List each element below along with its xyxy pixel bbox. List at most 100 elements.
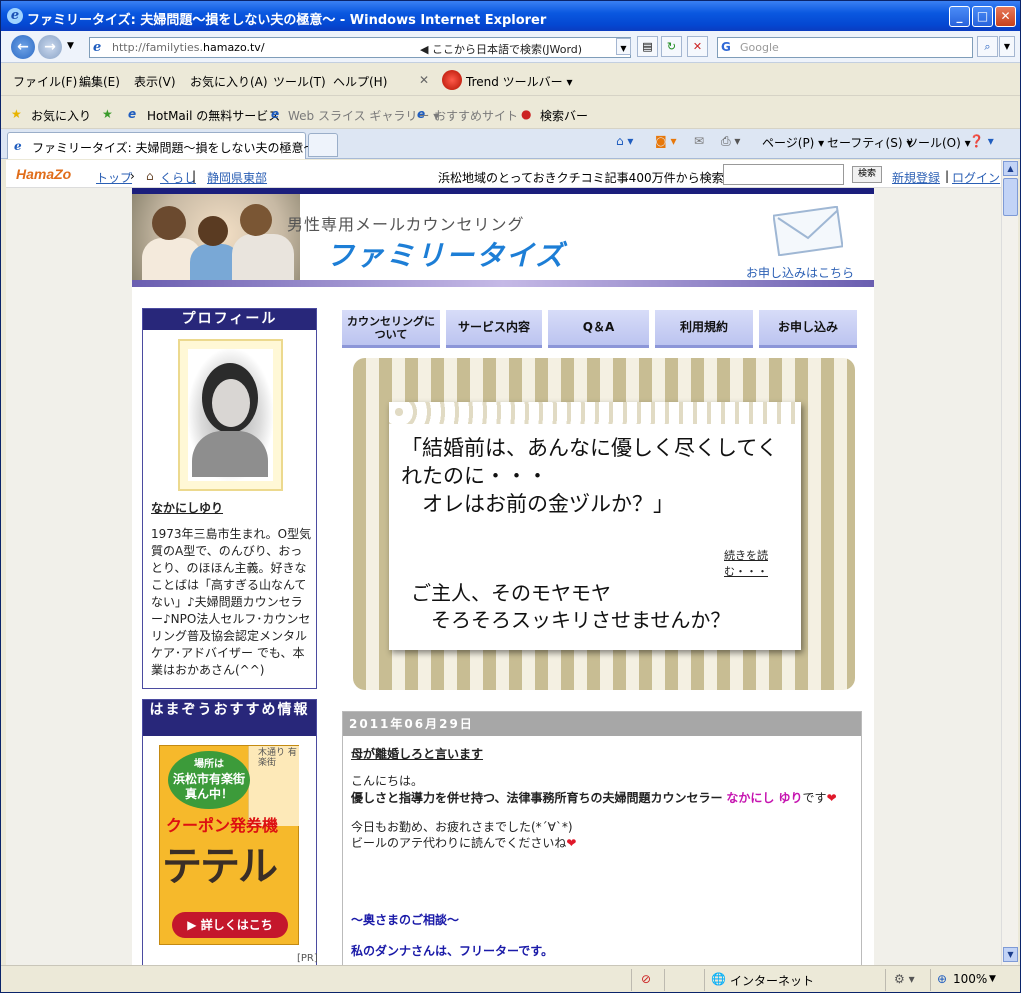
heart-icon: ❤ bbox=[826, 791, 837, 805]
post-intro: 優しさと指導力を併せ持つ、法律事務所育ちの夫婦問題カウンセラー bbox=[351, 791, 723, 805]
scroll-thumb[interactable] bbox=[1003, 178, 1018, 216]
stop-icon[interactable]: ✕ bbox=[687, 36, 708, 57]
new-tab-button[interactable] bbox=[308, 133, 338, 157]
vertical-scrollbar[interactable]: ▲ ▼ bbox=[1001, 160, 1018, 965]
ie-logo-icon: e bbox=[7, 8, 23, 24]
link-region[interactable]: 静岡県東部 bbox=[207, 169, 267, 186]
address-bar[interactable]: e http://familyties.hamazo.tv/ ◀ ここから日本語… bbox=[89, 37, 631, 58]
recommend-page-icon: e bbox=[417, 107, 426, 121]
back-button[interactable]: ← bbox=[11, 35, 35, 59]
nav-faq[interactable]: Q＆A bbox=[548, 310, 649, 348]
jword-search-hint: ◀ ここから日本語で検索(JWord) bbox=[420, 43, 583, 56]
apply-link[interactable]: お申し込みはこちら bbox=[746, 264, 854, 281]
post-hello: こんにちは。 bbox=[351, 774, 424, 788]
tab-current[interactable]: e ファミリータイズ: 夫婦問題～損をしない夫の極意～ bbox=[7, 132, 316, 159]
fav-searchbar[interactable]: 検索バー bbox=[540, 107, 588, 124]
post-author: なかにし ゆり bbox=[726, 791, 803, 805]
nav-services[interactable]: サービス内容 bbox=[446, 310, 542, 348]
recommend-heading: はまぞうおすすめ情報 bbox=[143, 700, 316, 736]
header-gradient-bar bbox=[132, 280, 874, 287]
search-placeholder: Google bbox=[740, 41, 779, 54]
link-register[interactable]: 新規登録 bbox=[892, 169, 940, 186]
search-icon[interactable]: ⌕ bbox=[977, 36, 998, 57]
maximize-button[interactable]: □ bbox=[972, 6, 993, 27]
page-menu[interactable]: ページ(P) ▾ bbox=[762, 134, 824, 151]
trend-toolbar[interactable]: Trend ツールバー ▾ bbox=[466, 73, 573, 90]
mail-icon[interactable]: ✉ bbox=[694, 134, 704, 148]
house-icon: ⌂ bbox=[146, 169, 154, 183]
refresh-icon[interactable]: ↻ bbox=[661, 36, 682, 57]
profile-bio: 1973年三島市生まれ。O型気質のA型で、のんびり、おっとり、のほほん主義。好き… bbox=[151, 527, 312, 677]
post-greeting-2-line: ビールのアテ代わりに読んでくださいね❤ bbox=[351, 834, 576, 851]
menu-tools[interactable]: ツール(T) bbox=[273, 73, 326, 90]
safety-menu[interactable]: セーフティ(S) ▾ bbox=[827, 134, 912, 151]
post-greeting-1: 今日もお勤め、お疲れさまでした(*´∀`*) bbox=[351, 820, 573, 834]
menu-bar: ファイル(F) 編集(E) 表示(V) お気に入り(A) ツール(T) ヘルプ(… bbox=[1, 64, 1020, 96]
forward-button[interactable]: → bbox=[38, 35, 62, 59]
post-line-1: 私のダンナさんは、フリーターです。 bbox=[351, 944, 554, 958]
menu-help[interactable]: ヘルプ(H) bbox=[333, 73, 387, 90]
url-prefix: http://familyties. bbox=[112, 41, 204, 54]
slice-page-icon: e bbox=[271, 107, 280, 121]
zoom-icon: ⊕ bbox=[937, 972, 948, 986]
scroll-up-button[interactable]: ▲ bbox=[1003, 161, 1018, 176]
fav-hotmail[interactable]: HotMail の無料サービス bbox=[147, 107, 280, 124]
tab-bar: e ファミリータイズ: 夫婦問題～損をしない夫の極意～ ⌂ ▾ ◙ ▾ ✉ ⎙ … bbox=[1, 129, 1020, 159]
globe-icon: 🌐 bbox=[711, 972, 726, 986]
page-content: HamaZo トップ › ⌂ くらし | 静岡県東部 浜松地域のとっておきクチコ… bbox=[6, 160, 1001, 965]
blog-title[interactable]: ファミリータイズ bbox=[326, 234, 565, 274]
recommend-box: はまぞうおすすめ情報 木通り 有楽街 場所は 浜松市有楽街 真ん中！ クーポン発… bbox=[142, 699, 318, 965]
scroll-down-button[interactable]: ▼ bbox=[1003, 947, 1018, 962]
feeds-icon[interactable]: ◙ ▾ bbox=[655, 134, 676, 148]
menu-favorites[interactable]: お気に入り(A) bbox=[190, 73, 268, 90]
zoom-level[interactable]: 100% bbox=[953, 972, 987, 986]
search-options-icon[interactable]: ▼ bbox=[999, 36, 1015, 57]
add-favorite-icon[interactable]: ★ bbox=[102, 107, 113, 121]
hamazo-search-button[interactable]: 検索 bbox=[852, 166, 882, 183]
close-toolbar-icon[interactable]: ✕ bbox=[419, 73, 429, 87]
home-icon[interactable]: ⌂ ▾ bbox=[616, 134, 633, 148]
read-more-link[interactable]: 続きを読む・・・ bbox=[724, 547, 801, 579]
title-bar: e ファミリータイズ: 夫婦問題～損をしない夫の極意～ - Windows In… bbox=[1, 1, 1020, 31]
ad-detail-button[interactable]: ▶ 詳しくはこち bbox=[172, 912, 288, 938]
post-desu: です bbox=[802, 791, 827, 805]
nav-apply[interactable]: お申し込み bbox=[759, 310, 857, 348]
menu-view[interactable]: 表示(V) bbox=[134, 73, 176, 90]
search-input[interactable]: G Google bbox=[717, 37, 973, 58]
url-domain: hamazo.tv/ bbox=[203, 41, 265, 54]
protected-mode-icon[interactable]: ⚙ ▾ bbox=[894, 972, 915, 986]
nav-counseling[interactable]: カウンセリングについて bbox=[342, 310, 440, 348]
profile-name[interactable]: なかにしゆり bbox=[151, 499, 223, 516]
address-dropdown-icon[interactable]: ▼ bbox=[616, 38, 631, 55]
link-kurashi[interactable]: くらし bbox=[160, 169, 196, 186]
link-top[interactable]: トップ bbox=[96, 169, 132, 186]
hamazo-search-input[interactable] bbox=[723, 164, 844, 185]
post-title[interactable]: 母が離婚しろと言います bbox=[351, 745, 483, 762]
envelope-icon[interactable] bbox=[773, 206, 843, 256]
hero-note-card: 「結婚前は、あんなに優しく尽くしてくれたのに・・・ オレはお前の金ヅルか？」 続… bbox=[389, 402, 801, 650]
print-icon[interactable]: ⎙ ▾ bbox=[721, 134, 740, 149]
privacy-icon[interactable]: ⊘ bbox=[641, 972, 651, 986]
profile-box: プロフィール なかにしゆり 1973年三島市生まれ。O型気質のA型で、のんびり、… bbox=[142, 308, 317, 689]
pr-label: [PR] bbox=[297, 953, 318, 964]
compatibility-icon[interactable]: ▤ bbox=[637, 36, 658, 57]
security-zone[interactable]: インターネット bbox=[730, 972, 814, 989]
post-date: 2011年06月29日 bbox=[343, 712, 861, 736]
trend-logo-icon bbox=[442, 70, 462, 90]
zoom-dropdown-icon[interactable]: ▼ bbox=[989, 974, 996, 984]
minimize-button[interactable]: _ bbox=[949, 6, 970, 27]
nav-terms[interactable]: 利用規約 bbox=[655, 310, 753, 348]
menu-edit[interactable]: 編集(E) bbox=[79, 73, 120, 90]
fav-recommend[interactable]: おすすめサイト ▾ bbox=[434, 107, 528, 124]
profile-heading: プロフィール bbox=[143, 309, 316, 330]
help-icon[interactable]: ❓ ▾ bbox=[969, 134, 994, 148]
hamazo-logo[interactable]: HamaZo bbox=[16, 166, 71, 182]
history-dropdown-icon[interactable]: ▼ bbox=[67, 41, 74, 51]
teteru-ad-banner[interactable]: 木通り 有楽街 場所は 浜松市有楽街 真ん中！ クーポン発券機 テテル ▶ 詳し… bbox=[159, 745, 299, 945]
hero-question: ご主人、そのモヤモヤ そろそろスッキリさせませんか？ bbox=[411, 581, 731, 632]
tools-menu[interactable]: ツール(O) ▾ bbox=[906, 134, 971, 151]
link-login[interactable]: ログイン bbox=[952, 169, 1000, 186]
close-button[interactable]: ✕ bbox=[995, 6, 1016, 27]
favorites-button[interactable]: お気に入り bbox=[31, 107, 91, 124]
menu-file[interactable]: ファイル(F) bbox=[13, 73, 77, 90]
